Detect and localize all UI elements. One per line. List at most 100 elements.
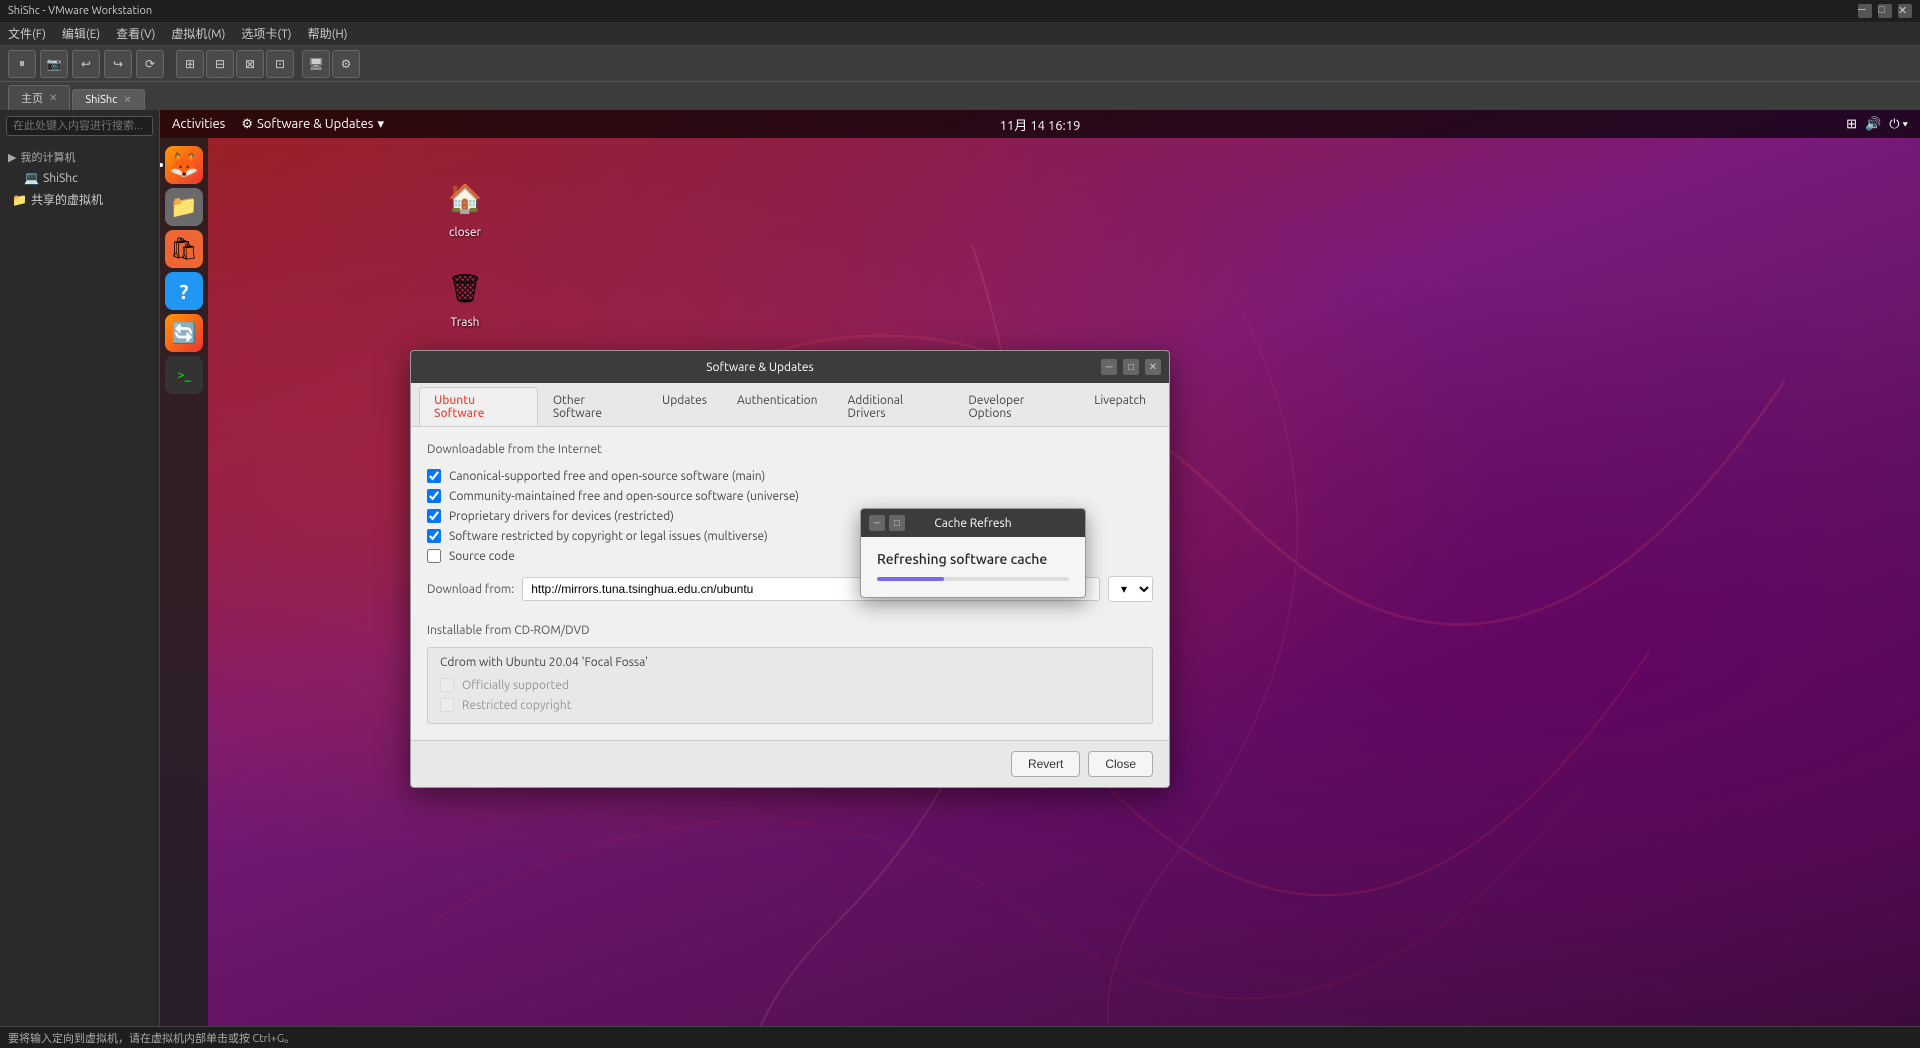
toolbar-forward-btn[interactable]: ↪ (104, 50, 132, 78)
maximize-button[interactable]: □ (1878, 4, 1892, 18)
panel-app-name[interactable]: ⚙ Software & Updates ▾ (241, 117, 384, 132)
desktop-icon-closer[interactable]: 🏠 closer (425, 170, 505, 243)
tab-home[interactable]: 主页 ✕ (8, 85, 70, 110)
toolbar-back-btn[interactable]: ↩ (72, 50, 100, 78)
checkbox-cdrom-restricted-input[interactable] (440, 698, 454, 712)
menu-vm[interactable]: 虚拟机(M) (171, 25, 225, 42)
tab-authentication[interactable]: Authentication (722, 387, 833, 426)
dock-help[interactable]: ? (165, 272, 203, 310)
dialog-minimize-btn[interactable]: ─ (1101, 359, 1117, 375)
menu-file[interactable]: 文件(F) (8, 25, 46, 42)
tab-updates[interactable]: Updates (647, 387, 722, 426)
ubuntu-dock: 🦊 📁 🛍 ? 🔄 >_ (160, 138, 208, 1026)
vm-display[interactable]: Activities ⚙ Software & Updates ▾ 11月 14… (160, 110, 1920, 1026)
tab-developer-options-label: Developer Options (968, 394, 1024, 420)
trash-label: Trash (450, 316, 479, 329)
panel-app-label: Software & Updates (257, 117, 373, 131)
section-cdrom-title: Installable from CD-ROM/DVD (427, 624, 1153, 637)
app-icon: ⚙ (241, 117, 253, 132)
sidebar-search-input[interactable] (6, 116, 153, 136)
files-icon: 📁 (170, 194, 197, 220)
menu-edit[interactable]: 编辑(E) (62, 25, 100, 42)
dialog-controls-right: ─ □ ✕ (1101, 359, 1161, 375)
dock-firefox[interactable]: 🦊 (165, 146, 203, 184)
vm-icon: 💻 (24, 171, 39, 185)
tab-vm-label: ShiShc (85, 94, 117, 106)
volume-icon[interactable]: 🔊 (1865, 117, 1881, 132)
close-button[interactable]: ✕ (1898, 4, 1912, 18)
toolbar-restore-btn[interactable]: ⟳ (136, 50, 164, 78)
menu-view[interactable]: 查看(V) (116, 25, 155, 42)
close-button[interactable]: Close (1088, 751, 1153, 777)
toolbar-pause-btn[interactable]: ⏸ (8, 50, 36, 78)
chevron-down-icon: ▾ (377, 117, 384, 132)
toolbar-screen-btn[interactable]: 🖥 (302, 50, 330, 78)
checkbox-cdrom-official-label: Officially supported (462, 679, 569, 692)
activities-button[interactable]: Activities (172, 117, 225, 131)
sidebar-tree: ▶ 我的计算机 💻 ShiShc 📁 共享的虚拟机 (0, 142, 159, 215)
vmware-tab-bar: 主页 ✕ ShiShc ✕ (0, 82, 1920, 110)
sw-dialog-tabs: Ubuntu Software Other Software Updates A… (411, 383, 1169, 427)
tab-other-software[interactable]: Other Software (538, 387, 647, 426)
vmware-menubar: 文件(F) 编辑(E) 查看(V) 虚拟机(M) 选项卡(T) 帮助(H) (0, 22, 1920, 46)
cache-body: Refreshing software cache (861, 537, 1085, 597)
checkbox-cdrom-official: Officially supported (440, 675, 1140, 695)
network-icon[interactable]: ⊞ (1846, 117, 1857, 132)
cache-message: Refreshing software cache (877, 551, 1069, 567)
sidebar-item-shared-label: 共享的虚拟机 (31, 191, 103, 208)
sidebar-item-shared[interactable]: 📁 共享的虚拟机 (4, 188, 155, 211)
toolbar-view2-btn[interactable]: ⊟ (206, 50, 234, 78)
cache-progress-fill (877, 577, 944, 581)
tab-home-close[interactable]: ✕ (49, 92, 57, 104)
desktop-icon-trash[interactable]: 🗑 Trash (425, 260, 505, 333)
tab-vm[interactable]: ShiShc ✕ (72, 89, 144, 110)
cache-title: Cache Refresh (905, 517, 1041, 530)
tab-additional-drivers-label: Additional Drivers (848, 394, 904, 420)
tab-vm-close[interactable]: ✕ (123, 94, 131, 106)
dock-update[interactable]: 🔄 (165, 314, 203, 352)
dialog-close-btn[interactable]: ✕ (1145, 359, 1161, 375)
dialog-maximize-btn[interactable]: □ (1123, 359, 1139, 375)
checkbox-cdrom-restricted: Restricted copyright (440, 695, 1140, 715)
help-icon: ? (180, 280, 189, 303)
my-computer-label: 我的计算机 (20, 149, 75, 165)
checkbox-restricted-input[interactable] (427, 509, 441, 523)
dock-appstore[interactable]: 🛍 (165, 230, 203, 268)
toolbar-snapshot-btn[interactable]: 📷 (40, 50, 68, 78)
tab-additional-drivers[interactable]: Additional Drivers (833, 387, 954, 426)
checkbox-main-input[interactable] (427, 469, 441, 483)
menu-tab[interactable]: 选项卡(T) (241, 25, 291, 42)
tab-authentication-label: Authentication (737, 394, 818, 407)
checkbox-main: Canonical-supported free and open-source… (427, 466, 1153, 486)
checkbox-universe-input[interactable] (427, 489, 441, 503)
tab-livepatch-label: Livepatch (1094, 394, 1146, 407)
power-icon[interactable]: ⏻ ▾ (1889, 117, 1908, 132)
vmware-titlebar: ShiShc - VMware Workstation ─ □ ✕ (0, 0, 1920, 22)
cdrom-section: Cdrom with Ubuntu 20.04 'Focal Fossa' Of… (427, 647, 1153, 724)
checkbox-source-label: Source code (449, 550, 515, 563)
checkbox-source-input[interactable] (427, 549, 441, 563)
minimize-button[interactable]: ─ (1858, 4, 1872, 18)
toolbar-view4-btn[interactable]: ⊡ (266, 50, 294, 78)
toolbar-view1-btn[interactable]: ⊞ (176, 50, 204, 78)
checkbox-cdrom-official-input[interactable] (440, 678, 454, 692)
cache-maximize-btn[interactable]: □ (889, 515, 905, 531)
toolbar-settings-btn[interactable]: ⚙ (332, 50, 360, 78)
tab-ubuntu-software[interactable]: Ubuntu Software (419, 387, 538, 426)
dock-files[interactable]: 📁 (165, 188, 203, 226)
tab-livepatch[interactable]: Livepatch (1079, 387, 1161, 426)
vmware-sidebar: ▶ 我的计算机 💻 ShiShc 📁 共享的虚拟机 (0, 110, 160, 1026)
sidebar-item-shishc[interactable]: 💻 ShiShc (4, 168, 155, 188)
dock-terminal[interactable]: >_ (165, 356, 203, 394)
revert-button[interactable]: Revert (1011, 751, 1080, 777)
tab-developer-options[interactable]: Developer Options (953, 387, 1079, 426)
checkbox-main-label: Canonical-supported free and open-source… (449, 470, 765, 483)
toolbar-view3-btn[interactable]: ⊠ (236, 50, 264, 78)
checkbox-multiverse-input[interactable] (427, 529, 441, 543)
firefox-icon: 🦊 (169, 151, 199, 179)
download-from-select[interactable]: ▾ (1108, 576, 1153, 602)
cache-minimize-btn[interactable]: ─ (869, 515, 885, 531)
tab-other-software-label: Other Software (553, 394, 602, 420)
menu-help[interactable]: 帮助(H) (308, 25, 348, 42)
shared-icon: 📁 (12, 193, 27, 207)
